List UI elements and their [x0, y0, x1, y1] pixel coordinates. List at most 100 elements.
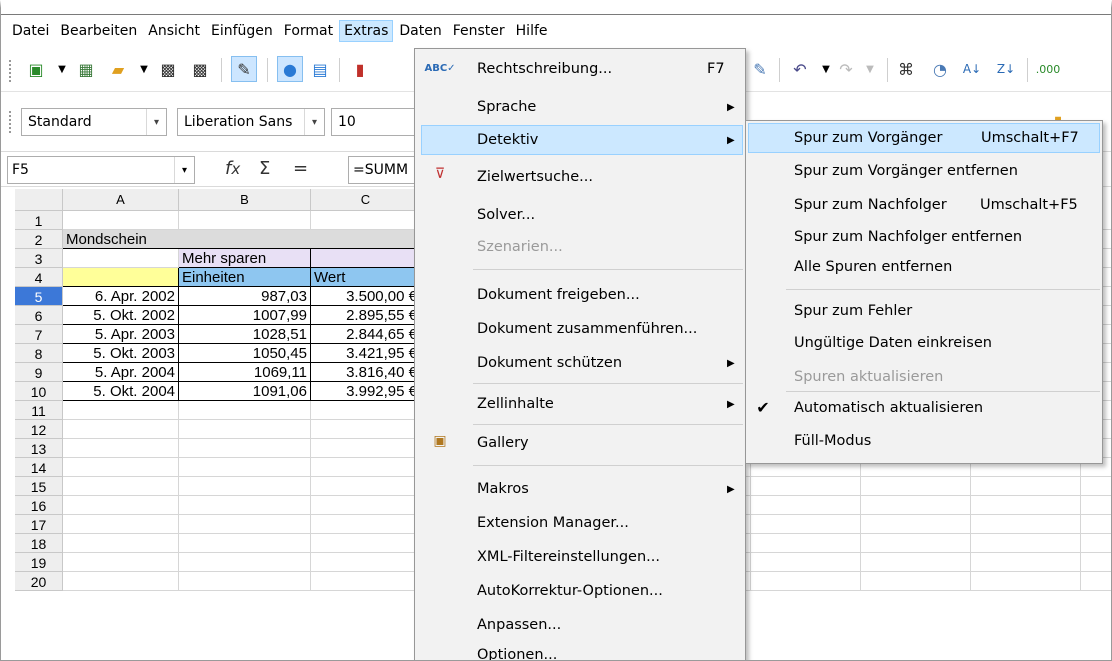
- chevron-down-icon[interactable]: ▾: [146, 109, 166, 135]
- cell[interactable]: [63, 211, 179, 230]
- cell[interactable]: [1081, 572, 1111, 591]
- menu-format[interactable]: Format: [279, 20, 338, 42]
- row-header-8[interactable]: 8: [15, 344, 63, 363]
- row-header-11[interactable]: 11: [15, 401, 63, 420]
- row-header-18[interactable]: 18: [15, 534, 63, 553]
- function-wizard-icon[interactable]: fx: [225, 158, 240, 179]
- cell[interactable]: [311, 553, 421, 572]
- redo-dropdown-arrow-icon[interactable]: ▼: [857, 56, 883, 82]
- menu-item-ungueltige-daten[interactable]: Ungültige Daten einkreisen: [746, 327, 1102, 359]
- cell-a8[interactable]: 5. Okt. 2003: [63, 344, 179, 363]
- menu-item-dokument-schuetzen[interactable]: Dokument schützen ▶: [415, 347, 745, 379]
- cell[interactable]: [179, 420, 311, 439]
- menu-daten[interactable]: Daten: [394, 20, 446, 42]
- cell[interactable]: [63, 420, 179, 439]
- column-header-b[interactable]: B: [179, 189, 311, 211]
- cell[interactable]: [179, 477, 311, 496]
- menu-item-rechtschreibung[interactable]: Rechtschreibung... F7: [415, 53, 745, 85]
- row-header-16[interactable]: 16: [15, 496, 63, 515]
- cell[interactable]: [1081, 515, 1111, 534]
- sort-descending-icon[interactable]: Z↓: [993, 56, 1019, 82]
- cell[interactable]: [751, 477, 861, 496]
- paragraph-style-combo[interactable]: Standard ▾: [21, 108, 167, 136]
- row-header-13[interactable]: 13: [15, 439, 63, 458]
- cell[interactable]: [179, 401, 311, 420]
- cell-c7[interactable]: 2.844,65 €: [311, 325, 421, 344]
- spelling-icon[interactable]: ◔: [927, 56, 953, 82]
- row-header-14[interactable]: 14: [15, 458, 63, 477]
- menu-einfuegen[interactable]: Einfügen: [206, 20, 278, 42]
- menu-item-xml-filter[interactable]: XML-Filtereinstellungen...: [415, 541, 745, 573]
- cell[interactable]: [179, 515, 311, 534]
- cell[interactable]: [861, 553, 971, 572]
- cell-c9[interactable]: 3.816,40 €: [311, 363, 421, 382]
- cell[interactable]: [751, 572, 861, 591]
- cell[interactable]: [971, 515, 1081, 534]
- name-box[interactable]: F5 ▾: [7, 156, 195, 184]
- cell-c10[interactable]: 3.992,95 €: [311, 382, 421, 401]
- cell-a7[interactable]: 5. Apr. 2003: [63, 325, 179, 344]
- cell[interactable]: [311, 458, 421, 477]
- chevron-down-icon[interactable]: ▾: [304, 109, 324, 135]
- menu-item-spur-nachfolger[interactable]: Spur zum Nachfolger Umschalt+F5: [746, 189, 1102, 221]
- add-decimal-icon[interactable]: .000: [1035, 56, 1061, 82]
- cell-c5[interactable]: 3.500,00 €: [311, 287, 421, 306]
- cell[interactable]: [311, 211, 421, 230]
- cell-a9[interactable]: 5. Apr. 2004: [63, 363, 179, 382]
- cell[interactable]: [179, 211, 311, 230]
- cell[interactable]: [971, 553, 1081, 572]
- cell[interactable]: [179, 439, 311, 458]
- formula-equals-icon[interactable]: =: [293, 158, 308, 179]
- cell-b10[interactable]: 1091,06: [179, 382, 311, 401]
- row-header-1[interactable]: 1: [15, 211, 63, 230]
- cell[interactable]: [861, 572, 971, 591]
- row-header-20[interactable]: 20: [15, 572, 63, 591]
- row-header-3[interactable]: 3: [15, 249, 63, 268]
- column-header-c[interactable]: C: [311, 189, 421, 211]
- menu-item-alle-spuren-entfernen[interactable]: Alle Spuren entfernen: [746, 251, 1102, 283]
- row-header-6[interactable]: 6: [15, 306, 63, 325]
- toolbar-grip[interactable]: [9, 60, 11, 82]
- menu-item-sprache[interactable]: Sprache ▶: [415, 91, 745, 123]
- cell[interactable]: [971, 477, 1081, 496]
- cell-b4[interactable]: Einheiten: [179, 268, 311, 287]
- cell[interactable]: [311, 477, 421, 496]
- cell[interactable]: [63, 553, 179, 572]
- cell[interactable]: [311, 439, 421, 458]
- cell-c8[interactable]: 3.421,95 €: [311, 344, 421, 363]
- menu-item-solver[interactable]: Solver...: [415, 199, 745, 231]
- menu-item-dokument-zusammenfuehren[interactable]: Dokument zusammenführen...: [415, 313, 745, 345]
- cell[interactable]: [751, 515, 861, 534]
- menu-item-spur-zum-fehler[interactable]: Spur zum Fehler: [746, 295, 1102, 327]
- cell[interactable]: [179, 572, 311, 591]
- cell-c6[interactable]: 2.895,55 €: [311, 306, 421, 325]
- redo-icon[interactable]: ↷: [833, 56, 859, 82]
- menu-item-makros[interactable]: Makros ▶: [415, 473, 745, 505]
- clone-formatting-icon[interactable]: ✎: [747, 56, 773, 82]
- menu-item-optionen[interactable]: Optionen...: [415, 639, 745, 660]
- row-header-19[interactable]: 19: [15, 553, 63, 572]
- cell[interactable]: [861, 534, 971, 553]
- cell[interactable]: [311, 420, 421, 439]
- pdf-export-icon[interactable]: ▮: [347, 56, 373, 82]
- cell[interactable]: [971, 496, 1081, 515]
- select-all-corner[interactable]: [15, 189, 63, 211]
- cell[interactable]: [311, 534, 421, 553]
- cell-a2[interactable]: Mondschein: [63, 230, 421, 249]
- column-header-a[interactable]: A: [63, 189, 179, 211]
- cell[interactable]: [311, 496, 421, 515]
- cell-a4[interactable]: [63, 268, 179, 287]
- open-dropdown-arrow-icon[interactable]: ▼: [131, 56, 157, 82]
- cell[interactable]: [751, 496, 861, 515]
- menu-item-spur-nachfolger-entfernen[interactable]: Spur zum Nachfolger entfernen: [746, 221, 1102, 253]
- shapes-icon[interactable]: ●: [277, 56, 303, 82]
- menu-item-detektiv[interactable]: Detektiv ▶: [421, 125, 743, 155]
- row-header-4[interactable]: 4: [15, 268, 63, 287]
- cell[interactable]: [751, 534, 861, 553]
- font-size-combo[interactable]: 10: [331, 108, 415, 136]
- toolbar-grip[interactable]: [9, 111, 11, 133]
- cell[interactable]: [179, 458, 311, 477]
- menu-item-automatisch-aktualisieren[interactable]: ✔ Automatisch aktualisieren: [746, 392, 1102, 424]
- cell[interactable]: [1081, 553, 1111, 572]
- cell[interactable]: [861, 477, 971, 496]
